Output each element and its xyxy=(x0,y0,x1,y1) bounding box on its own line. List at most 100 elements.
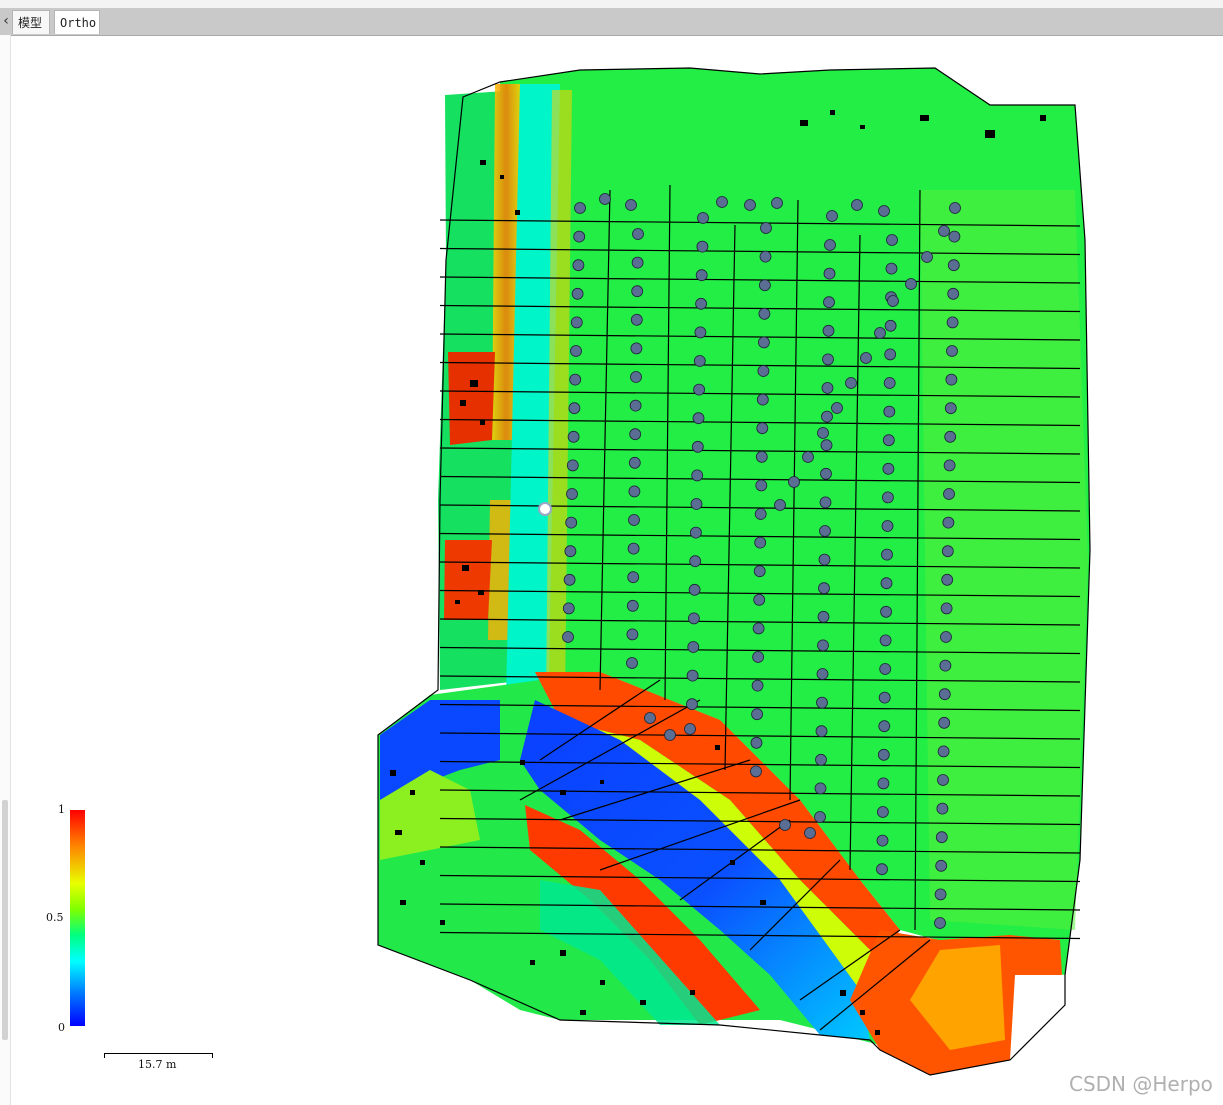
camera-marker[interactable] xyxy=(845,377,857,389)
camera-marker[interactable] xyxy=(935,831,948,844)
camera-marker[interactable] xyxy=(938,716,951,729)
camera-marker[interactable] xyxy=(820,467,832,480)
camera-marker[interactable] xyxy=(823,267,836,280)
camera-marker[interactable] xyxy=(823,296,835,309)
camera-marker[interactable] xyxy=(758,336,770,349)
ortho-heatmap-view[interactable] xyxy=(0,0,1223,1105)
camera-marker[interactable] xyxy=(815,725,828,738)
camera-marker[interactable] xyxy=(943,459,956,472)
camera-marker[interactable] xyxy=(626,657,638,669)
camera-marker[interactable] xyxy=(627,542,640,555)
camera-marker[interactable] xyxy=(568,402,581,415)
camera-marker[interactable] xyxy=(751,679,764,692)
camera-marker[interactable] xyxy=(744,199,756,211)
camera-marker[interactable] xyxy=(779,819,791,831)
camera-marker[interactable] xyxy=(756,422,769,435)
camera-marker[interactable] xyxy=(572,259,585,272)
camera-marker[interactable] xyxy=(757,365,770,377)
camera-marker[interactable] xyxy=(877,777,890,790)
camera-marker[interactable] xyxy=(881,520,894,532)
camera-marker[interactable] xyxy=(573,230,586,243)
camera-marker[interactable] xyxy=(817,639,829,652)
camera-marker[interactable] xyxy=(625,199,637,211)
camera-marker[interactable] xyxy=(874,327,886,339)
camera-marker[interactable] xyxy=(941,573,954,586)
camera-marker[interactable] xyxy=(826,210,838,222)
camera-marker[interactable] xyxy=(934,888,947,901)
camera-marker[interactable] xyxy=(630,313,643,326)
camera-marker[interactable] xyxy=(563,573,576,586)
camera-marker[interactable] xyxy=(945,373,958,386)
camera-marker[interactable] xyxy=(753,593,766,606)
camera-marker[interactable] xyxy=(693,383,705,396)
camera-marker[interactable] xyxy=(879,634,892,647)
camera-marker[interactable] xyxy=(574,202,586,214)
camera-marker[interactable] xyxy=(814,811,826,823)
camera-marker[interactable] xyxy=(690,498,703,510)
camera-marker[interactable] xyxy=(877,806,889,818)
camera-marker[interactable] xyxy=(688,583,701,596)
camera-marker[interactable] xyxy=(936,802,949,815)
camera-marker[interactable] xyxy=(562,631,574,643)
camera-marker[interactable] xyxy=(816,696,828,709)
camera-marker[interactable] xyxy=(697,212,709,224)
camera-marker[interactable] xyxy=(760,222,772,234)
camera-marker[interactable] xyxy=(876,863,888,876)
camera-marker[interactable] xyxy=(938,688,951,701)
camera-marker[interactable] xyxy=(804,827,816,839)
camera-marker[interactable] xyxy=(759,250,772,263)
camera-marker[interactable] xyxy=(750,765,762,778)
camera-marker[interactable] xyxy=(692,412,705,425)
camera-marker[interactable] xyxy=(884,319,897,332)
camera-marker[interactable] xyxy=(754,536,767,549)
camera-marker[interactable] xyxy=(562,602,575,615)
camera-marker[interactable] xyxy=(565,516,578,529)
camera-marker[interactable] xyxy=(686,698,698,711)
camera-marker[interactable] xyxy=(939,659,952,672)
camera-marker[interactable] xyxy=(819,525,831,537)
camera-marker[interactable] xyxy=(949,202,961,214)
camera-marker[interactable] xyxy=(921,251,933,263)
camera-marker[interactable] xyxy=(626,628,639,641)
camera-marker[interactable] xyxy=(644,712,656,724)
camera-marker[interactable] xyxy=(818,582,830,595)
camera-marker[interactable] xyxy=(691,469,704,482)
camera-marker[interactable] xyxy=(882,491,894,504)
camera-marker[interactable] xyxy=(821,382,834,394)
camera-marker[interactable] xyxy=(878,691,891,704)
selected-camera-marker[interactable] xyxy=(538,502,552,516)
camera-marker[interactable] xyxy=(566,488,578,500)
camera-marker[interactable] xyxy=(694,326,707,339)
camera-marker[interactable] xyxy=(937,774,949,786)
camera-marker[interactable] xyxy=(684,723,696,735)
camera-marker[interactable] xyxy=(879,663,892,675)
camera-marker[interactable] xyxy=(880,605,892,618)
camera-marker[interactable] xyxy=(686,669,699,682)
camera-marker[interactable] xyxy=(629,399,642,412)
camera-marker[interactable] xyxy=(820,439,833,452)
camera-marker[interactable] xyxy=(571,287,584,300)
camera-marker[interactable] xyxy=(882,462,895,475)
camera-marker[interactable] xyxy=(877,748,890,761)
camera-marker[interactable] xyxy=(881,548,893,561)
camera-marker[interactable] xyxy=(628,456,641,469)
camera-marker[interactable] xyxy=(851,199,863,211)
camera-marker[interactable] xyxy=(570,345,582,357)
camera-marker[interactable] xyxy=(788,476,800,488)
camera-marker[interactable] xyxy=(631,285,644,298)
camera-marker[interactable] xyxy=(935,859,948,872)
camera-marker[interactable] xyxy=(822,324,835,337)
camera-marker[interactable] xyxy=(802,451,814,463)
camera-marker[interactable] xyxy=(771,197,783,209)
camera-marker[interactable] xyxy=(887,295,899,307)
camera-marker[interactable] xyxy=(626,599,639,612)
camera-marker[interactable] xyxy=(934,917,946,929)
camera-marker[interactable] xyxy=(878,720,891,733)
camera-marker[interactable] xyxy=(942,516,955,529)
camera-marker[interactable] xyxy=(938,225,950,237)
camera-marker[interactable] xyxy=(629,428,642,441)
camera-marker[interactable] xyxy=(755,450,768,463)
camera-marker[interactable] xyxy=(689,555,702,568)
camera-marker[interactable] xyxy=(752,622,765,635)
camera-marker[interactable] xyxy=(882,434,895,447)
